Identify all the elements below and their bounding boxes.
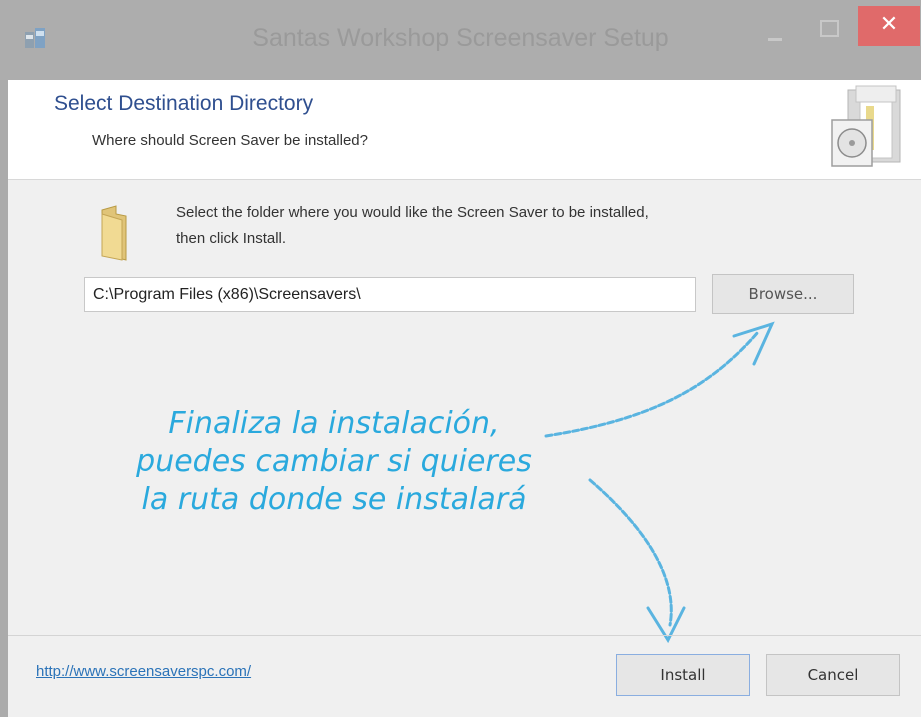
destination-path-input[interactable]: C:\Program Files (x86)\Screensavers\ (84, 277, 696, 312)
close-icon[interactable]: ✕ (858, 6, 920, 46)
title-bar[interactable]: Santas Workshop Screensaver Setup ✕ (0, 0, 921, 80)
page-header: Select Destination Directory Where shoul… (8, 80, 921, 180)
website-link[interactable]: http://www.screensaverspc.com/ (36, 663, 251, 680)
description-line-2: then click Install. (176, 230, 287, 247)
page-title: Select Destination Directory (54, 92, 314, 115)
installer-box-icon (831, 85, 901, 167)
description-line-1: Select the folder where you would like t… (176, 204, 649, 221)
browse-button[interactable]: Browse... (712, 274, 854, 314)
footer-divider (8, 635, 921, 636)
cancel-button[interactable]: Cancel (766, 654, 900, 696)
annotation-line-2: puedes cambiar si quieres (136, 444, 532, 479)
annotation-line-3: la ruta donde se instalará (141, 482, 527, 517)
folder-icon (101, 205, 127, 261)
installer-body: Select Destination Directory Where shoul… (8, 80, 921, 717)
arrow-to-browse-head (732, 321, 775, 366)
arrow-to-browse (544, 330, 760, 438)
page-subtitle: Where should Screen Saver be installed? (92, 132, 368, 149)
installer-window: Santas Workshop Screensaver Setup ✕ Sele… (0, 0, 921, 717)
minimize-icon[interactable] (756, 8, 796, 48)
annotation-line-1: Finaliza la instalación, (168, 406, 500, 441)
annotation-text: Finaliza la instalación, puedes cambiar … (104, 405, 564, 519)
maximize-icon[interactable] (808, 8, 848, 48)
arrow-to-install (588, 478, 673, 627)
install-button[interactable]: Install (616, 654, 750, 696)
